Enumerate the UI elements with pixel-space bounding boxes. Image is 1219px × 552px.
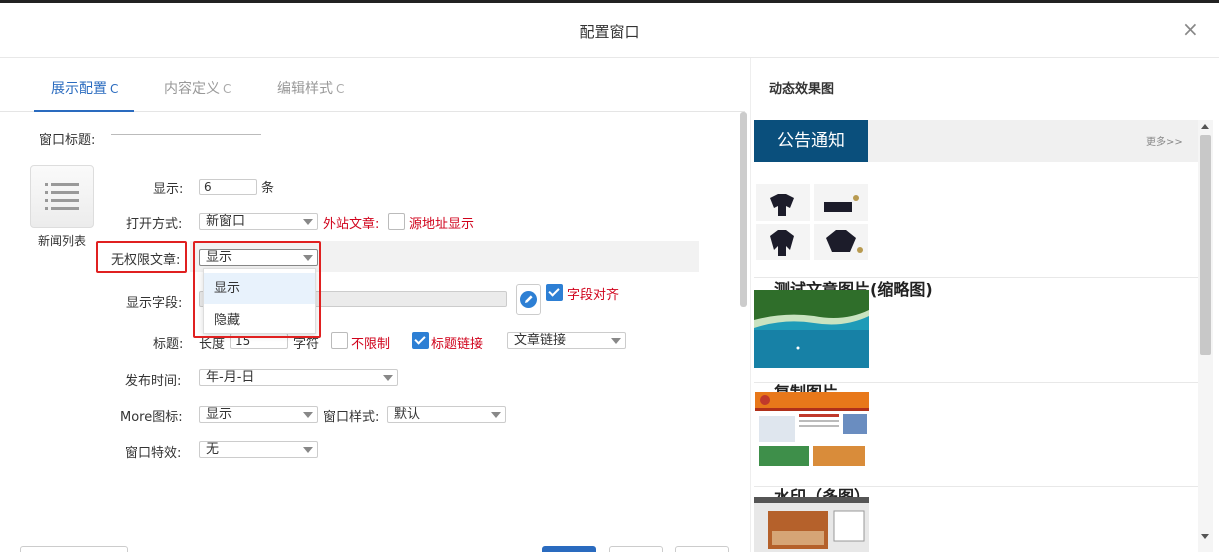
more-icon-label: More图标: [120,410,183,425]
tab-display-config[interactable]: 展示配置 C [51,78,118,98]
window-style-select[interactable]: 默认 [387,406,506,423]
window-style-label: 窗口样式: [323,410,380,425]
website-image [755,392,869,466]
title-link-label: 标题链接 [431,337,484,352]
confirm-button[interactable] [542,546,596,552]
open-mode-select[interactable]: 新窗口 [199,213,318,230]
news-list-widget[interactable] [30,165,94,228]
dropdown-highlight-box [193,241,321,338]
preview-title: 动态效果图 [769,82,835,97]
chevron-down-icon [303,412,313,418]
field-align-label: 字段对齐 [567,288,620,303]
tab-label: 展示配置 [51,81,107,97]
tab-label: 编辑样式 [277,81,333,97]
effect-label: 窗口特效: [125,446,182,461]
fields-label: 显示字段: [126,296,183,311]
window-title-input[interactable] [111,134,261,135]
bottom-left-button[interactable] [20,546,128,552]
link-type-select[interactable]: 文章链接 [507,332,626,349]
preview-scroll-thumb[interactable] [1200,135,1211,355]
select-value: 新窗口 [206,214,246,229]
select-value: 无 [206,442,220,457]
cancel-button[interactable] [675,546,729,552]
island-image [754,290,869,368]
dialog-header: 配置窗口 × [0,3,1219,58]
list-icon [45,183,79,210]
chevron-down-icon [611,338,621,344]
scroll-down-icon[interactable] [1201,534,1209,539]
no-limit-label: 不限制 [351,337,391,352]
date-label: 发布时间: [125,374,182,389]
edit-fields-button[interactable] [516,284,541,315]
more-icon-select[interactable]: 显示 [199,406,318,423]
tab-label: 内容定义 [164,81,220,97]
article-thumbnail[interactable] [756,184,868,260]
tab-bar: 展示配置 C 内容定义 C 编辑样式 C [0,58,745,112]
article-thumbnail[interactable] [754,497,869,552]
watermark-image [754,497,869,552]
more-link[interactable]: 更多>> [1146,133,1183,148]
select-value: 默认 [394,407,421,422]
window-title-label: 窗口标题: [39,133,96,148]
pencil-glyph [525,295,533,303]
display-unit: 条 [261,181,275,196]
widget-caption: 新闻列表 [38,234,87,248]
label-highlight-box [96,241,187,273]
source-display-label: 源地址显示 [409,217,475,232]
effect-select[interactable]: 无 [199,441,318,458]
date-format-select[interactable]: 年-月-日 [199,369,398,386]
display-count-input[interactable]: 6 [199,179,257,195]
article-thumbnail[interactable] [754,290,869,368]
dialog-title: 配置窗口 [579,23,640,41]
article-thumbnail[interactable] [755,392,869,472]
scroll-up-icon[interactable] [1201,124,1209,129]
source-display-checkbox[interactable] [388,213,405,230]
secondary-button[interactable] [609,546,663,552]
tab-edit-style[interactable]: 编辑样式 C [277,78,344,98]
no-limit-checkbox[interactable] [331,332,348,349]
tab-content-define[interactable]: 内容定义 C [164,78,231,98]
left-scrollbar[interactable] [740,112,747,307]
close-icon[interactable]: × [1182,19,1199,39]
refresh-icon[interactable]: C [110,82,118,96]
open-mode-label: 打开方式: [126,217,183,232]
display-label: 显示: [153,182,184,197]
title-label: 标题: [153,337,184,352]
clothing-image [756,184,868,260]
refresh-icon[interactable]: C [223,82,231,96]
field-align-checkbox[interactable] [546,284,563,301]
external-article-label: 外站文章: [323,217,380,232]
refresh-icon[interactable]: C [336,82,344,96]
select-value: 年-月-日 [206,370,255,385]
chevron-down-icon [383,375,393,381]
pencil-icon [520,291,537,308]
chevron-down-icon [303,219,313,225]
chevron-down-icon [303,447,313,453]
title-link-checkbox[interactable] [412,332,429,349]
notice-tab[interactable]: 公告通知 [754,120,868,162]
chevron-down-icon [491,412,501,418]
active-tab-underline [34,110,134,112]
select-value: 显示 [206,407,233,422]
select-value: 文章链接 [514,333,567,348]
